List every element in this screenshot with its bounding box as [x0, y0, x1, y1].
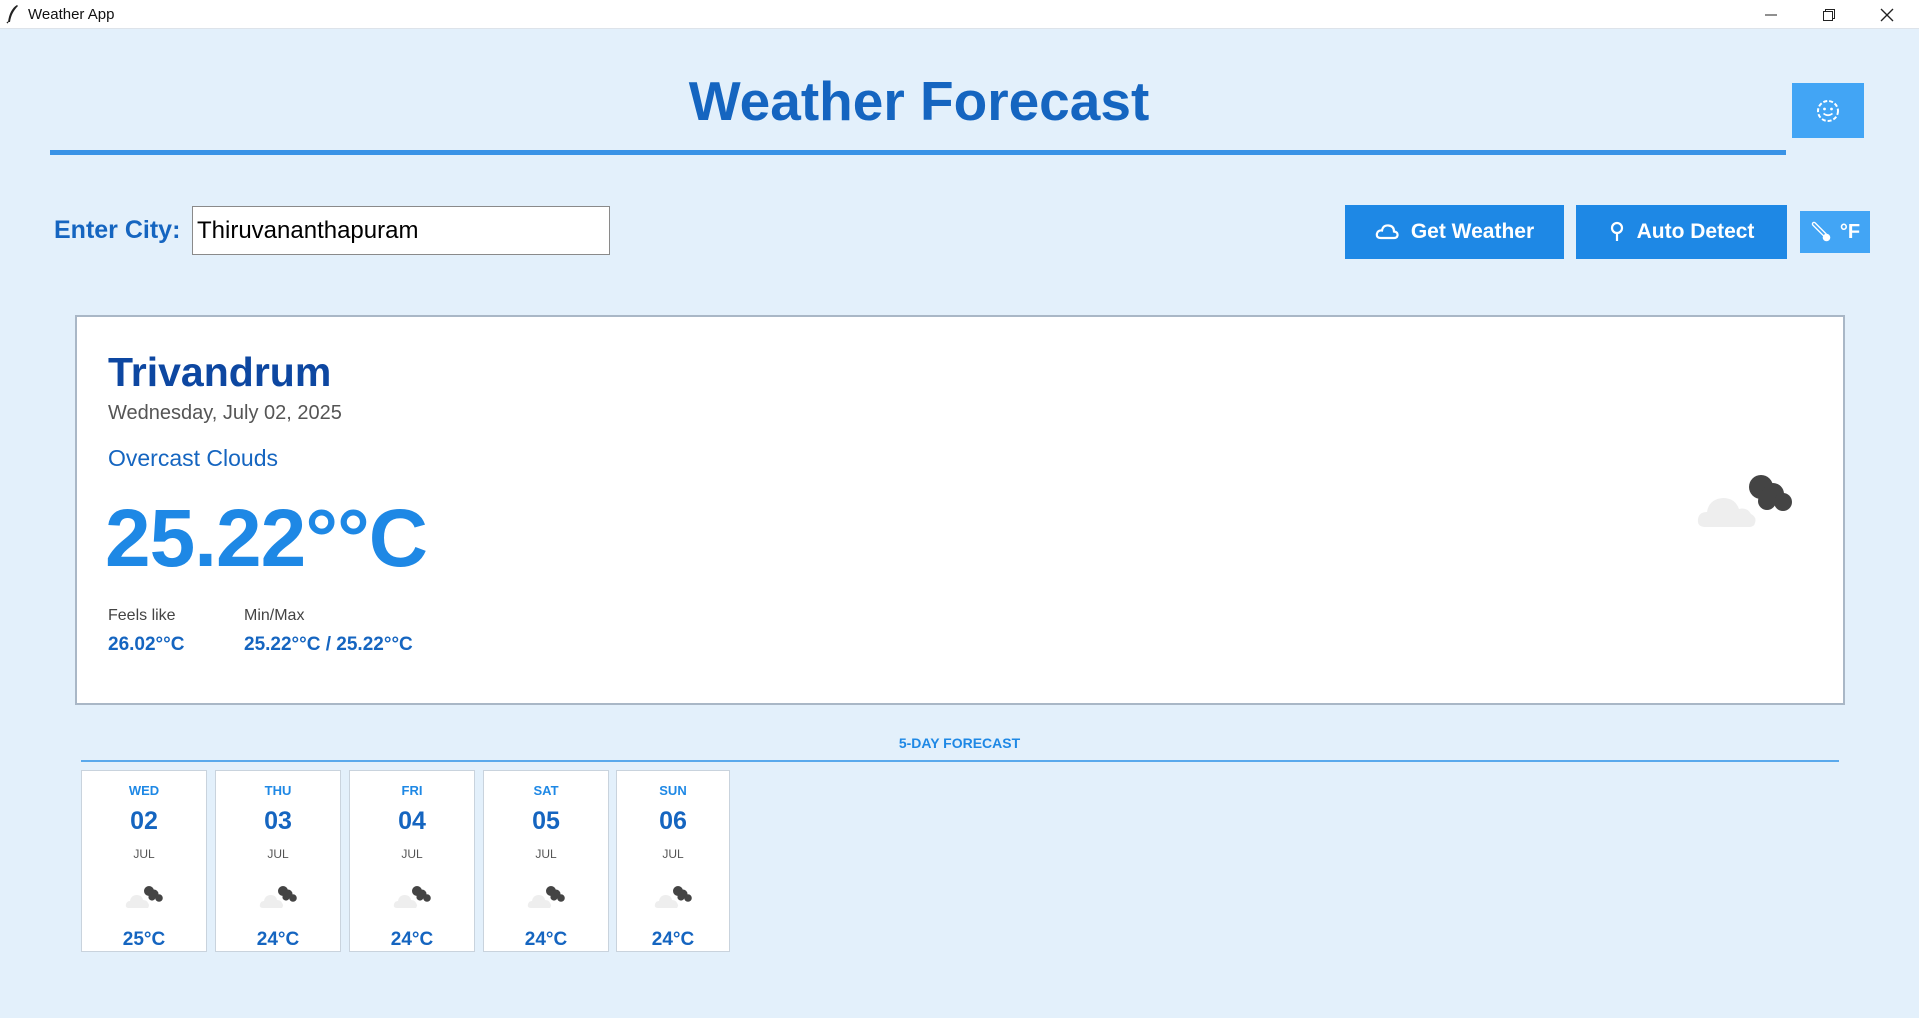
forecast-date: 05: [532, 807, 560, 835]
smiley-icon: [1817, 99, 1839, 122]
minmax-value: 25.22°°C / 25.22°°C: [244, 634, 413, 655]
minmax-label: Min/Max: [244, 607, 305, 624]
forecast-date: 02: [130, 807, 158, 835]
unit-label: °F: [1839, 220, 1861, 243]
overcast-clouds-icon: [259, 886, 297, 908]
forecast-day: WED: [128, 783, 160, 798]
forecast-card: WED 02 JUL 25°C: [81, 770, 207, 952]
forecast-divider: [81, 760, 1839, 762]
location-pin-icon: [1610, 221, 1623, 241]
feels-like-label: Feels like: [108, 607, 176, 624]
restore-button[interactable]: [1800, 0, 1858, 29]
forecast-day: SAT: [533, 783, 559, 798]
city-label: Enter City:: [54, 216, 181, 244]
overcast-clouds-icon: [654, 886, 692, 908]
forecast-date: 04: [398, 807, 426, 835]
forecast-temp: 25°C: [122, 929, 166, 950]
forecast-temp: 24°C: [256, 929, 300, 950]
overcast-clouds-icon: [393, 886, 431, 908]
forecast-day: THU: [264, 783, 292, 798]
auto-detect-button[interactable]: Auto Detect: [1576, 205, 1787, 259]
forecast-month: JUL: [535, 847, 557, 861]
restore-icon: [1823, 8, 1835, 21]
forecast-date: 03: [264, 807, 292, 835]
theme-toggle-button[interactable]: [1792, 83, 1864, 138]
city-input[interactable]: [192, 206, 610, 255]
forecast-card: SAT 05 JUL 24°C: [483, 770, 609, 952]
forecast-temp: 24°C: [651, 929, 695, 950]
overcast-clouds-icon: [125, 886, 163, 908]
forecast-date: 06: [659, 807, 687, 835]
city-name: Trivandrum: [108, 349, 332, 395]
overcast-clouds-icon: [527, 886, 565, 908]
window-title: Weather App: [28, 6, 115, 23]
weather-description: Overcast Clouds: [108, 445, 279, 471]
forecast-temp: 24°C: [390, 929, 434, 950]
forecast-card: SUN 06 JUL 24°C: [616, 770, 730, 952]
auto-detect-label: Auto Detect: [1636, 220, 1755, 243]
get-weather-label: Get Weather: [1410, 220, 1535, 243]
forecast-day: SUN: [659, 783, 687, 798]
get-weather-button[interactable]: Get Weather: [1345, 205, 1564, 259]
close-icon: [1880, 8, 1894, 21]
unit-toggle-button[interactable]: °F: [1800, 211, 1870, 253]
close-button[interactable]: [1858, 0, 1916, 29]
forecast-day: FRI: [401, 783, 423, 798]
forecast-card: FRI 04 JUL 24°C: [349, 770, 475, 952]
overcast-clouds-icon: [1697, 475, 1792, 527]
current-temperature: 25.22°°C: [105, 493, 428, 584]
forecast-card: THU 03 JUL 24°C: [215, 770, 341, 952]
minimize-button[interactable]: [1742, 0, 1800, 29]
feather-icon: [6, 5, 18, 24]
forecast-title: 5-DAY FORECAST: [898, 735, 1021, 751]
window-titlebar: Weather App: [0, 0, 1919, 29]
header-divider: [50, 150, 1786, 155]
minimize-icon: [1765, 14, 1777, 15]
forecast-temp: 24°C: [524, 929, 568, 950]
thermometer-icon: [1811, 221, 1831, 242]
current-weather-card: Trivandrum Wednesday, July 02, 2025 Over…: [75, 315, 1845, 705]
forecast-month: JUL: [267, 847, 289, 861]
forecast-month: JUL: [133, 847, 155, 861]
forecast-month: JUL: [401, 847, 423, 861]
page-title: Weather Forecast: [688, 70, 1150, 132]
forecast-month: JUL: [662, 847, 684, 861]
feels-like-value: 26.02°°C: [108, 634, 185, 655]
current-date: Wednesday, July 02, 2025: [108, 402, 342, 424]
cloud-icon: [1375, 224, 1399, 240]
